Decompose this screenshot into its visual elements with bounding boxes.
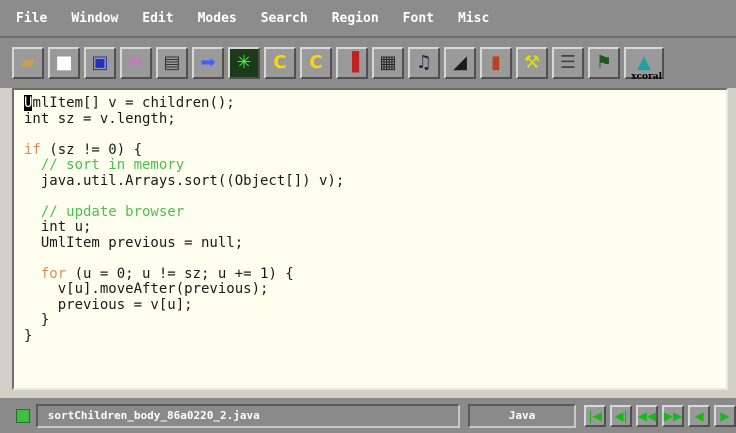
comment-line-8: // update browser [24,203,185,220]
open-button[interactable]: ▰ [12,47,44,79]
cut-button[interactable]: ✂ [120,47,152,79]
code-line-13: v[u].moveAfter(previous); [24,281,269,297]
nav-next-button[interactable]: ▶ [714,404,736,427]
code-line-10: UmlItem previous = null; [24,234,244,251]
editor-area[interactable]: UmlItem[] v = children(); int sz = v.len… [12,88,728,390]
tools-button[interactable]: ⚒ [516,47,548,79]
menu-bar: File Window Edit Modes Search Region Fon… [0,0,736,38]
menu-edit[interactable]: Edit [142,11,173,26]
nav-prev-button[interactable]: ◀ [688,404,710,427]
door-icon: ▮ [491,52,501,73]
compile-button[interactable]: ✳ [228,47,260,79]
code-line-6: java.util.Arrays.sort((Object[]) v); [24,172,345,189]
code-line-12-indent [24,266,41,282]
list-icon: ☰ [559,52,577,73]
open-folder-icon: ▰ [21,52,35,73]
status-bar: sortChildren_body_86a0220_2.java Java |◀… [0,398,736,433]
menu-misc[interactable]: Misc [458,11,489,26]
doc-button[interactable]: ▦ [372,47,404,79]
menu-modes[interactable]: Modes [198,11,237,26]
nav-buttons: |◀ ◀| ◀◀ ▶▶ ◀ ▶ [584,404,736,427]
code-line-16: } [24,327,33,344]
people-button[interactable]: ♫ [408,47,440,79]
nav-rewind-button[interactable]: ◀◀ [636,404,658,427]
prism-icon: ◢ [453,52,467,73]
code-line-2: int sz = v.length; [24,110,176,127]
menu-search[interactable]: Search [261,11,308,26]
compile-icon: ✳ [236,52,252,73]
comment-line-5: // sort in memory [24,157,185,173]
xcoral-logo-icon: ▲ [637,52,651,73]
code-line-9: int u; [24,219,92,235]
c-icon: C [273,52,287,73]
c-alt-button[interactable]: C [300,47,332,79]
tools-icon: ⚒ [523,52,541,73]
menu-file[interactable]: File [16,11,47,26]
keyword-for: for [40,265,67,282]
mode-display: Java [467,403,576,428]
keyword-if: if [24,141,41,158]
code-text: UmlItem[] v = children(); int sz = v.len… [24,95,720,344]
xcoral-button[interactable]: ▲ xcoral [624,47,664,82]
menu-font[interactable]: Font [403,11,434,26]
menu-window[interactable]: Window [71,11,118,26]
door-button[interactable]: ▮ [480,47,512,79]
code-line-1-rest: mlItem[] v = children(); [32,95,235,111]
paste-icon: ▤ [163,52,181,73]
xcoral-label: xcoral [631,72,662,82]
sign-button[interactable]: ⚑ [588,47,620,79]
nav-last-button[interactable]: ◀| [610,404,632,427]
sign-icon: ⚑ [595,52,613,73]
paste-button[interactable]: ▤ [156,47,188,79]
debug-button[interactable]: ▐ [336,47,368,79]
doc-icon: ▦ [379,52,397,73]
code-line-15: } [24,312,50,328]
code-line-14: previous = v[u]; [24,296,193,313]
save-icon: ▣ [91,52,109,73]
c-button[interactable]: C [264,47,296,79]
cut-icon: ✂ [128,52,144,73]
toolbar: ▰ ■ ▣ ✂ ▤ ➡ ✳ C C ▐ ▦ ♫ ◢ ▮ ⚒ ☰ ⚑ ▲ xcor… [0,38,736,88]
code-line-12-rest: (u = 0; u != sz; u += 1) { [66,265,294,282]
list-button[interactable]: ☰ [552,47,584,79]
prism-button[interactable]: ◢ [444,47,476,79]
nav-forward-button[interactable]: ▶▶ [662,404,684,427]
new-button[interactable]: ■ [48,47,80,79]
arrow-right-icon: ➡ [200,52,216,73]
save-button[interactable]: ▣ [84,47,116,79]
filename-display: sortChildren_body_86a0220_2.java [35,403,460,428]
menu-region[interactable]: Region [332,11,379,26]
debug-icon: ▐ [345,52,359,73]
people-icon: ♫ [415,52,433,73]
new-file-icon: ■ [55,52,73,73]
status-indicator-icon [16,408,30,423]
code-line-4-rest: (sz != 0) { [40,141,143,158]
c-alt-icon: C [309,52,323,73]
nav-first-button[interactable]: |◀ [584,404,606,427]
forward-button[interactable]: ➡ [192,47,224,79]
